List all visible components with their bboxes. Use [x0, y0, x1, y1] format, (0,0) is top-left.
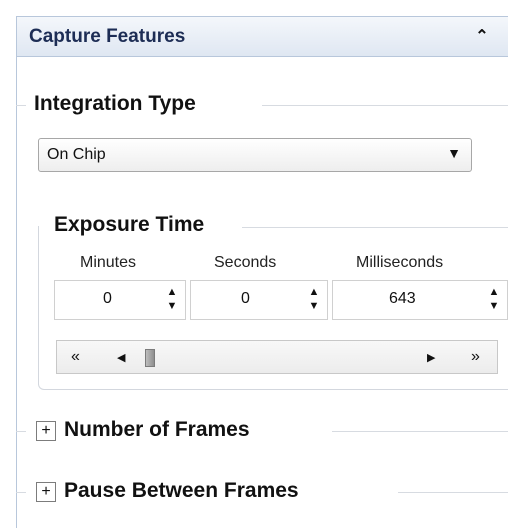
- scroll-thumb[interactable]: [145, 349, 155, 367]
- scroll-first-icon[interactable]: «: [71, 348, 80, 366]
- integration-type-heading: Integration Type: [30, 92, 200, 116]
- exposure-time-heading: Exposure Time: [50, 213, 209, 237]
- seconds-stepper[interactable]: 0 ▲ ▼: [190, 280, 328, 320]
- seconds-spin-icon[interactable]: ▲ ▼: [307, 285, 321, 315]
- section-divider: [16, 105, 26, 106]
- section-divider: [16, 492, 26, 493]
- minutes-stepper[interactable]: 0 ▲ ▼: [54, 280, 186, 320]
- dropdown-selected-value: On Chip: [47, 146, 106, 163]
- pause-between-frames-heading[interactable]: Pause Between Frames: [60, 479, 303, 503]
- section-divider: [16, 431, 26, 432]
- section-divider: [332, 431, 508, 432]
- milliseconds-spin-icon[interactable]: ▲ ▼: [487, 285, 501, 315]
- scroll-prev-icon[interactable]: ◀: [117, 351, 125, 364]
- seconds-label: Seconds: [214, 254, 277, 271]
- minutes-label: Minutes: [80, 254, 137, 271]
- scroll-last-icon[interactable]: »: [471, 348, 480, 366]
- integration-type-dropdown[interactable]: On Chip ▼: [38, 138, 472, 172]
- expand-frames-icon[interactable]: +: [36, 421, 56, 441]
- milliseconds-label: Milliseconds: [356, 254, 444, 271]
- number-of-frames-heading[interactable]: Number of Frames: [60, 418, 254, 442]
- panel-title: Capture Features: [29, 26, 186, 47]
- collapse-chevron-icon[interactable]: ⌃: [471, 25, 493, 49]
- panel-header[interactable]: Capture Features ⌃: [17, 17, 508, 57]
- dropdown-arrow-icon[interactable]: ▼: [447, 145, 461, 161]
- expand-pause-icon[interactable]: +: [36, 482, 56, 502]
- exposure-scrollbar[interactable]: « ◀ ▶ »: [56, 340, 498, 374]
- section-divider: [398, 492, 508, 493]
- milliseconds-stepper[interactable]: 643 ▲ ▼: [332, 280, 508, 320]
- section-divider: [262, 105, 508, 106]
- scroll-next-icon[interactable]: ▶: [427, 351, 435, 364]
- minutes-spin-icon[interactable]: ▲ ▼: [165, 285, 179, 315]
